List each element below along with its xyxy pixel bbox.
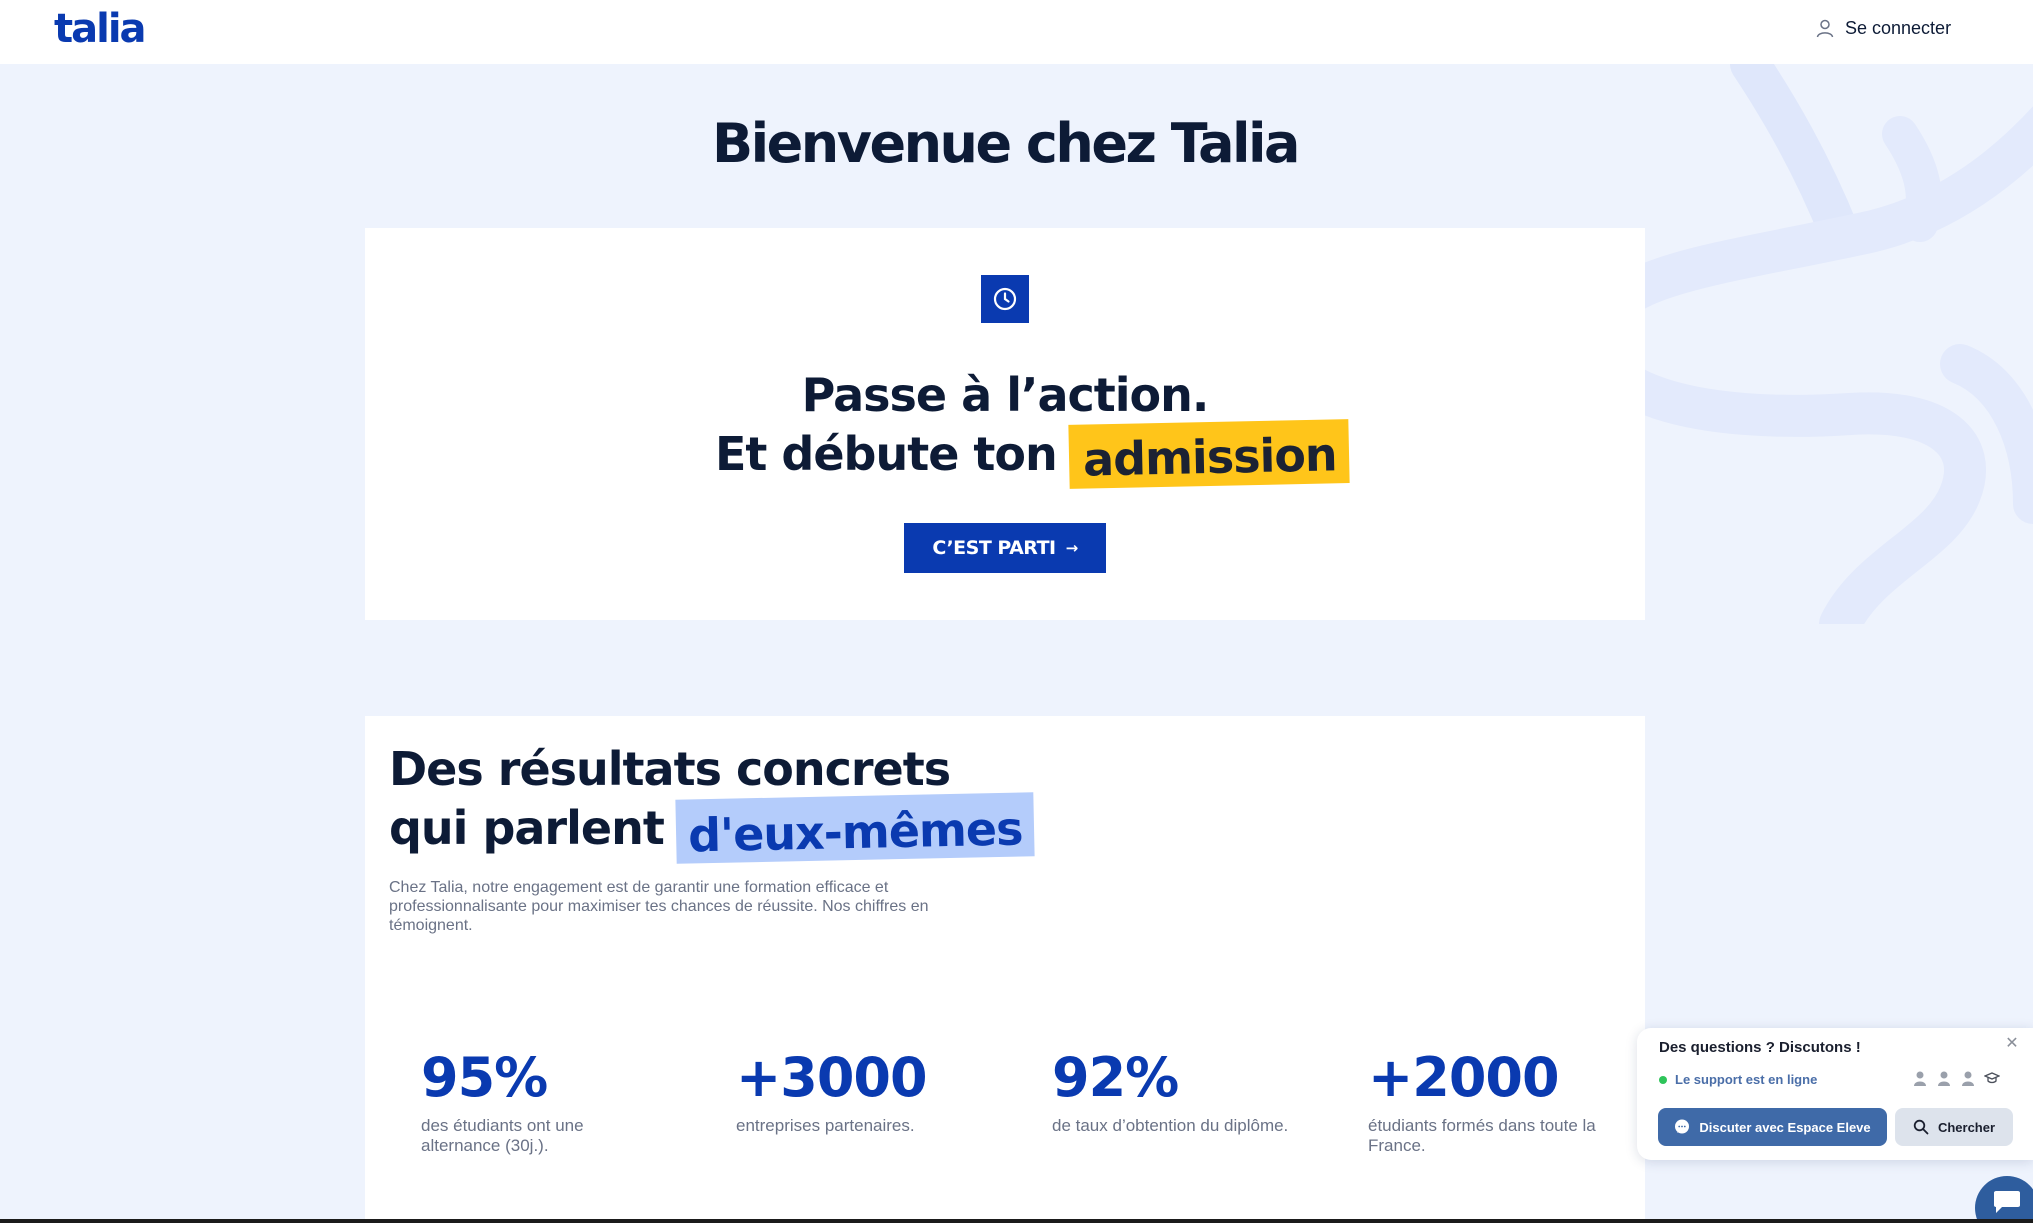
login-label: Se connecter bbox=[1845, 17, 1952, 38]
admission-action-card: Passe à l’action. Et débute ton admissio… bbox=[365, 228, 1645, 620]
stat-item: 92% de taux d’obtention du diplôme. bbox=[1052, 1046, 1292, 1136]
user-icon bbox=[1816, 19, 1834, 38]
stat-item: +3000 entreprises partenaires. bbox=[736, 1046, 976, 1136]
clock-badge bbox=[981, 275, 1029, 323]
stat-value: +3000 bbox=[736, 1046, 928, 1109]
stat-label: étudiants formés dans toute la France. bbox=[1368, 1116, 1596, 1155]
login-link[interactable]: Se connecter bbox=[1815, 16, 1951, 40]
admission-highlight: admission bbox=[1068, 419, 1349, 489]
stat-label: de taux d’obtention du diplôme. bbox=[1052, 1116, 1289, 1135]
graduation-cap-icon bbox=[1984, 1072, 2000, 1084]
results-heading-line1: Des résultats concrets bbox=[389, 742, 951, 796]
search-button[interactable]: Chercher bbox=[1895, 1108, 2013, 1146]
chat-icon bbox=[1994, 1191, 2020, 1213]
action-heading-line1: Passe à l’action. bbox=[801, 368, 1210, 422]
stat-item: 95% des étudiants ont une alternance (30… bbox=[421, 1046, 661, 1156]
cest-parti-button[interactable]: C’EST PARTI → bbox=[904, 523, 1106, 573]
chat-launcher-button[interactable] bbox=[1975, 1176, 2033, 1223]
chat-status: Le support est en ligne bbox=[1659, 1072, 1817, 1087]
action-heading-line2: Et débute ton admission bbox=[715, 419, 1349, 489]
stat-value: 92% bbox=[1052, 1046, 1179, 1109]
stat-value: 95% bbox=[421, 1046, 548, 1109]
stat-item: +2000 étudiants formés dans toute la Fra… bbox=[1368, 1046, 1598, 1156]
top-navbar: talia Se connecter bbox=[0, 0, 2033, 64]
search-icon bbox=[1913, 1119, 1929, 1135]
action-heading-prefix: Et débute ton bbox=[715, 427, 1058, 481]
results-heading-line2: qui parlent d'eux-mêmes bbox=[389, 792, 1035, 864]
agent-avatar-icon bbox=[1962, 1071, 1974, 1086]
eux-memes-highlight: d'eux-mêmes bbox=[675, 792, 1035, 864]
search-button-label: Chercher bbox=[1937, 1119, 1996, 1135]
results-heading-prefix: qui parlent bbox=[389, 801, 665, 855]
agent-avatar-icon bbox=[1938, 1071, 1950, 1086]
clock-icon bbox=[993, 287, 1017, 311]
results-card: Des résultats concrets qui parlent d'eux… bbox=[365, 716, 1645, 1223]
stat-label: entreprises partenaires. bbox=[736, 1116, 915, 1135]
results-description: Chez Talia, notre engagement est de gara… bbox=[389, 879, 929, 934]
stat-value: +2000 bbox=[1368, 1046, 1560, 1109]
chat-widget: Des questions ? Discutons ! ✕ Le support… bbox=[1637, 1028, 2033, 1160]
agent-avatar-icon bbox=[1914, 1071, 1926, 1086]
chat-bubble-icon bbox=[1675, 1119, 1690, 1134]
window-bottom-edge bbox=[0, 1219, 2033, 1223]
chat-status-text: Le support est en ligne bbox=[1675, 1072, 1818, 1087]
support-agents bbox=[1912, 1070, 2000, 1086]
stat-label: des étudiants ont une alternance (30j.). bbox=[421, 1116, 584, 1155]
discuss-button-label: Discuter avec Espace Eleve bbox=[1699, 1119, 1871, 1135]
page-title: Bienvenue chez Talia bbox=[712, 112, 1300, 175]
cta-label: C’EST PARTI bbox=[932, 537, 1056, 559]
online-status-dot bbox=[1659, 1075, 1667, 1084]
discuss-button[interactable]: Discuter avec Espace Eleve bbox=[1658, 1108, 1887, 1146]
close-icon[interactable]: ✕ bbox=[2002, 1034, 2022, 1054]
chat-title: Des questions ? Discutons ! bbox=[1659, 1039, 1861, 1056]
arrow-right-icon: → bbox=[1065, 539, 1079, 557]
talia-logo[interactable]: talia bbox=[54, 6, 147, 52]
